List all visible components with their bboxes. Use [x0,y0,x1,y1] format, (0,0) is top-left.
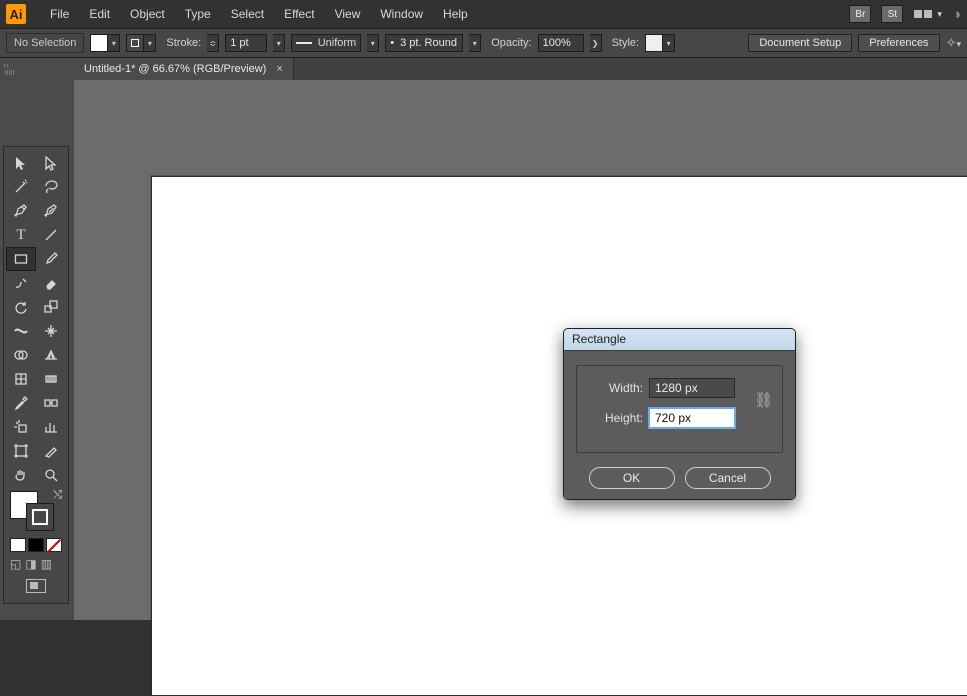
stock-button[interactable]: St [881,5,903,23]
align-to-button[interactable]: ✧▾ [946,35,961,51]
column-graph-tool[interactable] [36,415,66,439]
stroke-label: Stroke: [166,37,201,49]
artboard-tool[interactable] [6,439,36,463]
stroke-swatch[interactable]: ▾ [126,34,156,52]
magic-wand-tool[interactable] [6,175,36,199]
graphic-style-swatch[interactable]: ▾ [645,34,675,52]
curvature-tool[interactable] [36,199,66,223]
cancel-button[interactable]: Cancel [685,467,771,489]
menu-effect[interactable]: Effect [274,7,324,21]
collapse-dock-icon[interactable]: ‹‹ [3,60,9,70]
opacity-label: Opacity: [491,37,531,49]
symbol-sprayer-tool[interactable] [6,415,36,439]
preferences-button[interactable]: Preferences [858,34,939,52]
eyedropper-tool[interactable] [6,391,36,415]
line-segment-tool[interactable] [36,223,66,247]
rotate-tool[interactable] [6,295,36,319]
menu-help[interactable]: Help [433,7,478,21]
pen-tool[interactable] [6,199,36,223]
opacity-chevron[interactable]: ❯ [590,34,602,52]
selection-indicator: No Selection [6,33,84,53]
constrain-proportions-icon[interactable]: ⛓ [754,391,773,409]
height-input[interactable] [649,408,735,428]
document-tab-title: Untitled-1* @ 66.67% (RGB/Preview) [84,63,266,75]
height-label: Height: [591,411,643,425]
document-tab[interactable]: Untitled-1* @ 66.67% (RGB/Preview) × [74,58,294,80]
fill-stroke-indicator[interactable]: ⤭ [6,489,66,533]
style-label: Style: [612,37,640,49]
stroke-weight-stepper[interactable]: ≎ [207,34,219,52]
slice-tool[interactable] [36,439,66,463]
close-tab-icon[interactable]: × [276,63,282,75]
brush-definition[interactable]: •3 pt. Round [385,34,463,52]
color-mode-none[interactable] [46,538,62,552]
artboard[interactable] [151,176,967,696]
brush-chevron[interactable]: ▾ [469,34,481,52]
menu-select[interactable]: Select [221,7,274,21]
menu-view[interactable]: View [325,7,371,21]
menu-object[interactable]: Object [120,7,175,21]
menu-bar: Ai File Edit Object Type Select Effect V… [0,0,967,28]
menu-edit[interactable]: Edit [79,7,120,21]
menu-file[interactable]: File [40,7,79,21]
screen-mode-button[interactable] [26,579,46,593]
paintbrush-tool[interactable] [36,247,66,271]
mesh-tool[interactable] [6,367,36,391]
workspace: ‹‹ Untitled-1* @ 66.67% (RGB/Preview) × … [0,58,967,620]
color-mode-row [6,535,66,555]
ok-button[interactable]: OK [589,467,675,489]
free-transform-tool[interactable] [36,319,66,343]
hand-tool[interactable] [6,463,36,487]
rectangle-tool[interactable] [6,247,36,271]
draw-behind-icon[interactable]: ◨ [25,557,36,571]
opacity-field[interactable]: 100% [538,34,584,52]
type-tool[interactable]: T [6,223,36,247]
selection-tool[interactable] [6,151,36,175]
dialog-title[interactable]: Rectangle [564,329,795,351]
shaper-tool[interactable] [6,271,36,295]
canvas[interactable] [74,80,967,620]
width-label: Width: [591,381,643,395]
draw-inside-icon[interactable]: ▥ [41,557,52,571]
zoom-tool[interactable] [36,463,66,487]
direct-selection-tool[interactable] [36,151,66,175]
menu-type[interactable]: Type [175,7,221,21]
document-setup-button[interactable]: Document Setup [748,34,852,52]
tabstrip-empty [294,58,967,80]
variable-width-profile[interactable]: Uniform [291,34,361,52]
blend-tool[interactable] [36,391,66,415]
gpu-performance-icon[interactable]: ◑ [952,6,961,23]
tools-panel: T [3,146,69,604]
stroke-weight-chevron[interactable]: ▾ [273,34,285,52]
bridge-button[interactable]: Br [849,5,871,23]
rectangle-dialog: Rectangle Width: Height: ⛓ OK Cancel [563,328,796,500]
dock-grip-icon[interactable] [5,70,17,75]
color-mode-color[interactable] [10,538,26,552]
arrange-documents-button[interactable]: ▾ [913,9,942,20]
width-input[interactable] [649,378,735,398]
lasso-tool[interactable] [36,175,66,199]
stroke-color-icon[interactable] [26,503,54,531]
scale-tool[interactable] [36,295,66,319]
perspective-grid-tool[interactable] [36,343,66,367]
gradient-tool[interactable] [36,367,66,391]
color-mode-gradient[interactable] [28,538,44,552]
eraser-tool[interactable] [36,271,66,295]
profile-chevron[interactable]: ▾ [367,34,379,52]
stroke-weight-field[interactable]: 1 pt [225,34,267,52]
width-tool[interactable] [6,319,36,343]
fill-swatch[interactable]: ▾ [90,34,120,52]
swap-fill-stroke-icon[interactable]: ⤭ [53,489,62,502]
draw-normal-icon[interactable]: ◱ [10,557,21,571]
control-bar: No Selection ▾ ▾ Stroke: ≎ 1 pt ▾ Unifor… [0,28,967,58]
shape-builder-tool[interactable] [6,343,36,367]
menu-window[interactable]: Window [370,7,433,21]
document-tabstrip: Untitled-1* @ 66.67% (RGB/Preview) × [74,58,967,80]
app-logo: Ai [6,4,26,24]
